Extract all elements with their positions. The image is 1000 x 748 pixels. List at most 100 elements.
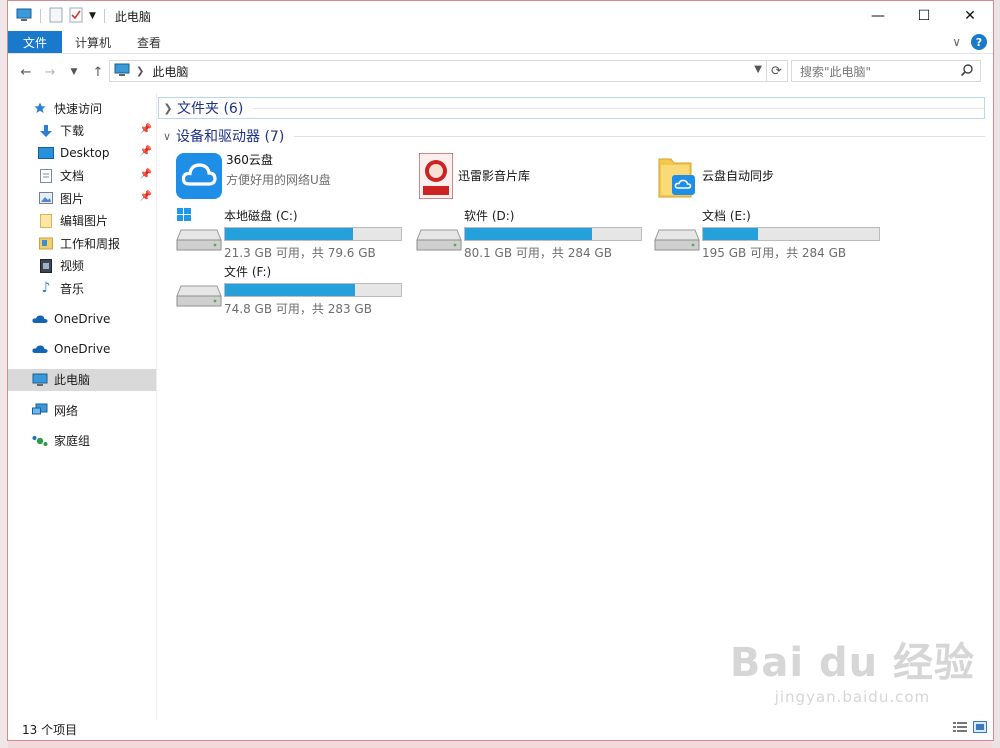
drive-name: 文档 (E:) [702,209,751,223]
desktop-icon [38,145,54,161]
drive-usage-bar [224,283,402,297]
drive-free-space: 195 GB 可用，共 284 GB [702,246,847,260]
folder-icon [38,235,54,251]
picture-icon [38,190,54,206]
sidebar-item-pictures[interactable]: 图片 📌 [8,187,156,210]
sidebar-item-videos[interactable]: 视频 [8,255,156,278]
help-icon[interactable]: ? [971,34,987,50]
baidu-watermark: Bai du 经验 jingyan.baidu.com [730,630,975,706]
sidebar-item-label: 文档 [60,169,85,184]
sidebar-item-label: 图片 [60,191,85,206]
navigation-pane: 快速访问 下载 📌 Desktop 📌 文档 📌 图片 📌 编辑图片 工作和周报… [8,93,157,720]
search-placeholder: 搜索"此电脑" [800,64,872,79]
sidebar-item-onedrive-2[interactable]: OneDrive [8,338,156,361]
tab-file[interactable]: 文件 [8,31,63,53]
tab-view[interactable]: 查看 [124,31,174,53]
drive-usage-bar [224,227,402,241]
pin-icon[interactable]: 📌 [140,191,152,202]
sidebar-item-edit-pictures[interactable]: 编辑图片 [8,210,156,233]
breadcrumb[interactable]: 此电脑 [152,63,188,80]
drive-free-space: 74.8 GB 可用，共 283 GB [224,302,372,316]
drive-usage-fill [225,228,354,240]
customize-toolbar-icon[interactable]: ▼ [89,11,96,21]
download-icon [38,123,54,139]
chevron-right-icon[interactable]: ❯ [159,102,177,115]
large-icons-view-icon[interactable] [973,721,987,736]
sidebar-item-work-reports[interactable]: 工作和周报 [8,232,156,255]
sidebar-item-music[interactable]: ♪ 音乐 [8,277,156,300]
drive-usage-fill [465,228,592,240]
drive-icon [652,207,702,253]
pin-icon[interactable]: 📌 [140,169,152,180]
network-icon [32,402,48,418]
group-header-devices[interactable]: ∨ 设备和驱动器 (7) [158,125,985,147]
pin-icon[interactable]: 📌 [140,124,152,135]
drive-name: 软件 (D:) [464,209,515,223]
homegroup-icon [32,433,48,449]
tile-description: 方便好用的网络U盘 [226,173,331,187]
up-button[interactable]: ↑ [86,65,110,80]
sidebar-item-desktop[interactable]: Desktop 📌 [8,142,156,165]
drive-icon [174,263,224,309]
star-icon [32,100,48,116]
360-cloud-icon [174,151,224,201]
chevron-down-icon[interactable]: ∨ [158,130,176,143]
onedrive-icon [32,311,48,327]
properties-icon[interactable] [49,7,63,26]
minimize-button[interactable]: — [855,1,901,31]
device-tile-xunlei-library[interactable]: 迅雷影音片库 [414,151,530,201]
expand-ribbon-icon[interactable]: ∨ [952,35,961,49]
sidebar-item-label: 快速访问 [54,101,103,116]
breadcrumb-chevron-icon[interactable]: ❯ [136,66,144,77]
details-view-icon[interactable] [953,721,967,736]
windows-drive-icon [174,207,224,253]
pin-icon[interactable]: 📌 [140,146,152,157]
recent-locations-button[interactable]: ▼ [62,67,86,77]
sidebar-item-quick-access[interactable]: 快速访问 [8,97,156,120]
status-bar: 13 个项目 [8,718,993,740]
onedrive-icon [32,341,48,357]
watermark-url: jingyan.baidu.com [774,688,931,706]
refresh-button[interactable]: ⟳ [766,60,788,82]
device-tile-cloud-sync[interactable]: 云盘自动同步 [652,151,774,201]
drive-tile-f[interactable]: 文件 (F:) 74.8 GB 可用，共 283 GB [174,263,402,317]
search-input[interactable]: 搜索"此电脑" [791,60,981,82]
folder-icon [38,213,54,229]
new-folder-check-icon[interactable] [69,7,83,26]
forward-button[interactable]: → [38,65,62,80]
maximize-button[interactable]: ☐ [901,1,947,31]
address-bar[interactable]: ❯ 此电脑 ▼ [109,60,767,82]
sidebar-item-this-pc[interactable]: 此电脑 [8,368,156,391]
sidebar-item-label: 网络 [54,403,79,418]
device-tile-360-cloud[interactable]: 360云盘 方便好用的网络U盘 [174,151,331,201]
drive-tile-c[interactable]: 本地磁盘 (C:) 21.3 GB 可用，共 79.6 GB [174,207,402,261]
drive-tile-d[interactable]: 软件 (D:) 80.1 GB 可用，共 284 GB [414,207,642,261]
group-header-folders[interactable]: ❯ 文件夹 (6) [158,97,985,119]
sidebar-item-network[interactable]: 网络 [8,399,156,422]
drive-usage-bar [702,227,880,241]
computer-icon [32,372,48,388]
document-icon [38,168,54,184]
sidebar-item-label: 视频 [60,259,85,274]
search-icon[interactable] [960,63,974,80]
drive-free-space: 80.1 GB 可用，共 284 GB [464,246,612,260]
sidebar-item-homegroup[interactable]: 家庭组 [8,430,156,453]
sidebar-item-label: 编辑图片 [60,214,109,229]
video-icon [38,258,54,274]
close-button[interactable]: ✕ [947,1,993,31]
computer-icon [16,8,32,25]
sidebar-item-onedrive[interactable]: OneDrive [8,308,156,331]
drive-tile-e[interactable]: 文档 (E:) 195 GB 可用，共 284 GB [652,207,880,261]
xunlei-library-icon [414,151,458,201]
tab-computer[interactable]: 计算机 [62,31,124,53]
sidebar-item-documents[interactable]: 文档 📌 [8,165,156,188]
group-title: 文件夹 (6) [177,101,244,117]
title-bar: ▼ 此电脑 — ☐ ✕ [8,1,993,31]
back-button[interactable]: ← [14,65,38,80]
address-dropdown-icon[interactable]: ▼ [754,64,762,75]
sidebar-item-downloads[interactable]: 下载 📌 [8,120,156,143]
music-icon: ♪ [41,280,51,297]
item-count: 13 个项目 [22,722,78,737]
ribbon-tabs: 文件 计算机 查看 ∨ ? [8,31,993,54]
group-divider [294,135,985,137]
